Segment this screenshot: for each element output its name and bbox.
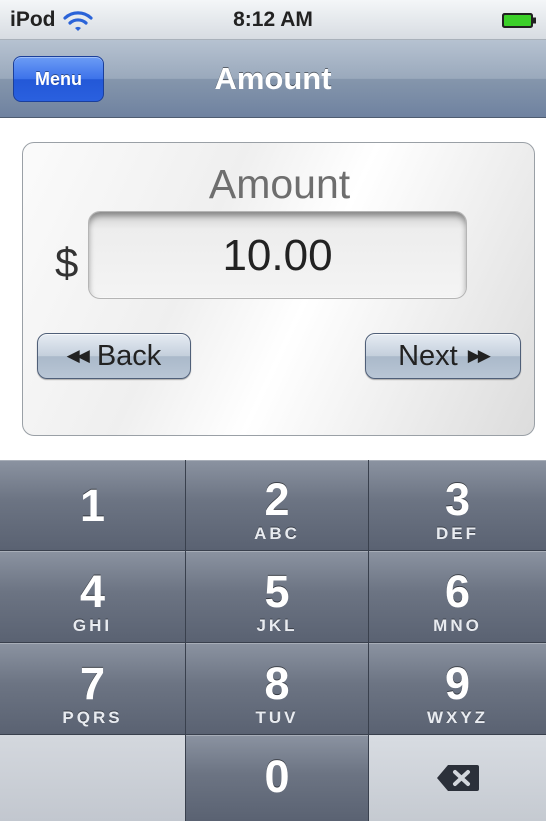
key-digit: 4 — [79, 566, 106, 617]
next-button[interactable]: Next ▶▶ — [365, 333, 521, 379]
key-3[interactable]: 3 DEF — [369, 460, 546, 551]
backspace-key[interactable] — [369, 735, 546, 821]
key-blank — [0, 735, 186, 821]
navigation-bar: Menu Amount — [0, 40, 546, 118]
key-letters: DEF — [436, 524, 479, 543]
key-5[interactable]: 5 JKL — [186, 551, 369, 643]
key-1[interactable]: 1 — [0, 460, 186, 551]
fast-forward-icon: ▶▶ — [467, 346, 491, 365]
amount-panel: Amount $ 10.00 ◀◀ Back Next ▶▶ — [22, 142, 535, 436]
key-9[interactable]: 9 WXYZ — [369, 643, 546, 735]
key-digit: 7 — [79, 658, 106, 709]
key-letters: WXYZ — [426, 708, 489, 727]
key-letters: ABC — [254, 524, 300, 543]
key-letters: PQRS — [62, 708, 123, 727]
menu-button[interactable]: Menu — [13, 56, 104, 102]
key-4[interactable]: 4 GHI — [0, 551, 186, 643]
clock: 8:12 AM — [233, 8, 313, 31]
back-button-label: Back — [96, 339, 162, 372]
key-digit: 9 — [444, 658, 471, 709]
key-2[interactable]: 2 ABC — [186, 460, 369, 551]
backspace-icon — [436, 765, 479, 791]
key-6[interactable]: 6 MNO — [369, 551, 546, 643]
rewind-icon: ◀◀ — [66, 346, 90, 365]
key-digit: 6 — [444, 566, 471, 617]
battery-charging-icon — [502, 13, 536, 28]
key-digit: 5 — [264, 566, 290, 617]
key-8[interactable]: 8 TUV — [186, 643, 369, 735]
panel-title: Amount — [208, 161, 351, 207]
amount-input[interactable]: 10.00 — [88, 211, 467, 299]
back-button[interactable]: ◀◀ Back — [37, 333, 191, 379]
key-0[interactable]: 0 — [186, 735, 369, 821]
currency-symbol: $ — [55, 239, 79, 286]
content-area: Amount $ 10.00 ◀◀ Back Next ▶▶ — [0, 118, 546, 460]
key-letters: TUV — [255, 708, 299, 727]
key-letters: MNO — [433, 616, 482, 635]
next-button-label: Next — [398, 339, 458, 372]
key-digit: 0 — [264, 751, 290, 802]
key-7[interactable]: 7 PQRS — [0, 643, 186, 735]
key-digit: 3 — [444, 474, 471, 525]
screen: iPod 8:12 AM Menu Amount Amount $ 10.00 … — [0, 0, 546, 821]
key-digit: 2 — [264, 474, 290, 525]
status-bar: iPod 8:12 AM — [0, 0, 546, 40]
key-letters: GHI — [72, 616, 113, 635]
numeric-keypad: 1 2 ABC 3 DEF 4 GHI 5 JKL 6 MNO 7 PQRS 8 — [0, 460, 546, 821]
key-digit: 1 — [79, 480, 106, 531]
key-letters: JKL — [256, 616, 298, 635]
key-digit: 8 — [264, 658, 290, 709]
